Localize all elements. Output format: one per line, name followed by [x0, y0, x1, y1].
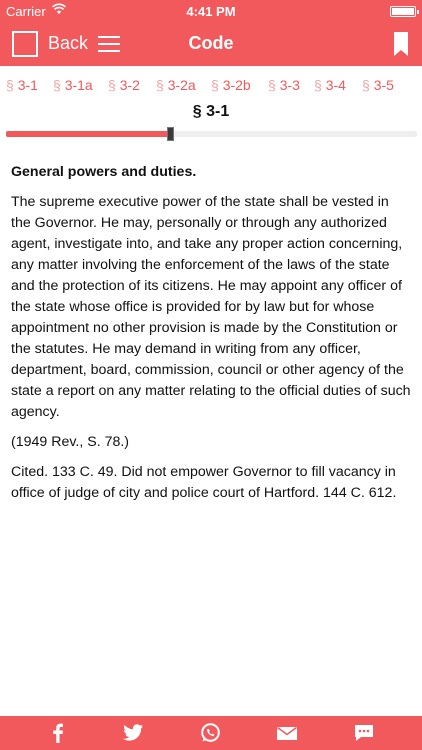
tab-label: 3-1 [17, 77, 38, 93]
mail-icon[interactable] [276, 723, 298, 743]
progress-fill [6, 131, 171, 137]
tab-label: 3-2b [222, 77, 251, 93]
clock: 4:41 PM [186, 4, 236, 19]
tab-section-6[interactable]: § 3-4 [314, 77, 346, 93]
section-symbol: § [108, 77, 116, 93]
tab-section-3[interactable]: § 3-2a [156, 77, 196, 93]
section-symbol: § [53, 77, 61, 93]
facebook-icon[interactable] [47, 723, 69, 743]
section-symbol: § [314, 77, 322, 93]
statute-heading: General powers and duties. [11, 164, 197, 180]
tab-label: 3-3 [279, 77, 300, 93]
message-icon[interactable] [353, 723, 375, 743]
share-bar [0, 716, 422, 750]
tab-label: 3-1a [64, 77, 93, 93]
section-symbol: § [362, 77, 370, 93]
select-square-button[interactable] [12, 31, 38, 57]
section-tabs: § 3-1 § 3-1a § 3-2 § 3-2a § 3-2b § 3-3 § 3-4 § … [0, 72, 422, 100]
statute-content: General powers and duties. The supreme e… [11, 162, 411, 513]
tab-section-1[interactable]: § 3-1a [53, 77, 93, 93]
section-symbol: § [156, 77, 164, 93]
section-progress-slider[interactable] [6, 127, 417, 141]
tab-label: 3-2a [167, 77, 196, 93]
statute-annotation: Cited. 133 C. 49. Did not empower Govern… [11, 464, 397, 501]
statute-history: (1949 Rev., S. 78.) [11, 434, 130, 450]
tab-label: 3-4 [325, 77, 346, 93]
section-symbol: § [211, 77, 219, 93]
tab-section-0[interactable]: § 3-1 [6, 77, 38, 93]
bookmark-icon[interactable] [394, 32, 408, 56]
section-symbol: § [268, 77, 276, 93]
status-bar: Carrier 4:41 PM [0, 0, 422, 22]
tab-label: 3-2 [119, 77, 140, 93]
tab-section-5[interactable]: § 3-3 [268, 77, 300, 93]
tab-section-4[interactable]: § 3-2b [211, 77, 251, 93]
twitter-icon[interactable] [122, 723, 144, 743]
statute-body: The supreme executive power of the state… [11, 194, 411, 420]
navigation-bar: Back Code [0, 22, 422, 66]
back-button[interactable]: Back [48, 33, 88, 54]
section-title: § 3-1 [192, 103, 230, 120]
battery-icon [390, 6, 419, 17]
menu-icon[interactable] [98, 36, 120, 52]
slider-handle[interactable] [167, 127, 175, 141]
tab-section-7[interactable]: § 3-5 [362, 77, 394, 93]
tab-label: 3-5 [373, 77, 394, 93]
tab-section-2[interactable]: § 3-2 [108, 77, 140, 93]
whatsapp-icon[interactable] [199, 723, 221, 743]
section-symbol: § [6, 77, 14, 93]
